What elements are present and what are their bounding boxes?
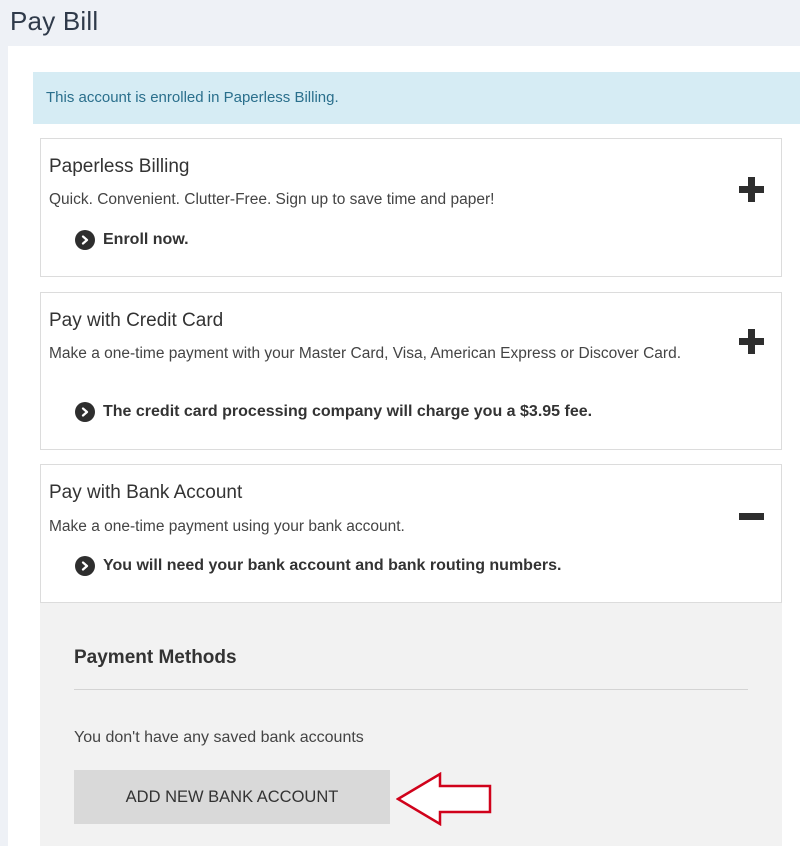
- plus-icon[interactable]: [739, 329, 764, 359]
- no-saved-accounts-text: You don't have any saved bank accounts: [74, 729, 364, 746]
- payment-methods-title: Payment Methods: [74, 647, 237, 668]
- card-title: Pay with Credit Card: [49, 310, 224, 331]
- card-title: Pay with Bank Account: [49, 482, 243, 503]
- card-description: Make a one-time payment using your bank …: [49, 518, 405, 535]
- annotation-arrow-icon: [396, 772, 492, 826]
- card-note: You will need your bank account and bank…: [75, 556, 561, 576]
- bank-account-payment-card[interactable]: Pay with Bank Account Make a one-time pa…: [40, 464, 782, 603]
- card-note-text: The credit card processing company will …: [103, 403, 593, 420]
- paperless-billing-card[interactable]: Paperless Billing Quick. Convenient. Clu…: [40, 138, 782, 277]
- card-note-text: Enroll now.: [103, 231, 189, 248]
- card-note: The credit card processing company will …: [75, 402, 592, 422]
- paperless-enrolled-alert: This account is enrolled in Paperless Bi…: [33, 72, 800, 124]
- credit-card-payment-card[interactable]: Pay with Credit Card Make a one-time pay…: [40, 292, 782, 450]
- page-title: Pay Bill: [10, 6, 99, 36]
- chevron-right-circle-icon: [75, 402, 95, 422]
- enroll-now-link[interactable]: Enroll now.: [75, 230, 189, 250]
- card-note-text: You will need your bank account and bank…: [103, 557, 562, 574]
- minus-icon[interactable]: [739, 508, 764, 526]
- divider: [74, 689, 748, 690]
- chevron-right-circle-icon: [75, 230, 95, 250]
- card-description: Make a one-time payment with your Master…: [49, 345, 682, 362]
- chevron-right-circle-icon: [75, 556, 95, 576]
- plus-icon[interactable]: [739, 177, 764, 207]
- card-description: Quick. Convenient. Clutter-Free. Sign up…: [49, 191, 495, 208]
- add-new-bank-account-button[interactable]: ADD NEW BANK ACCOUNT: [74, 770, 390, 824]
- card-title: Paperless Billing: [49, 156, 190, 177]
